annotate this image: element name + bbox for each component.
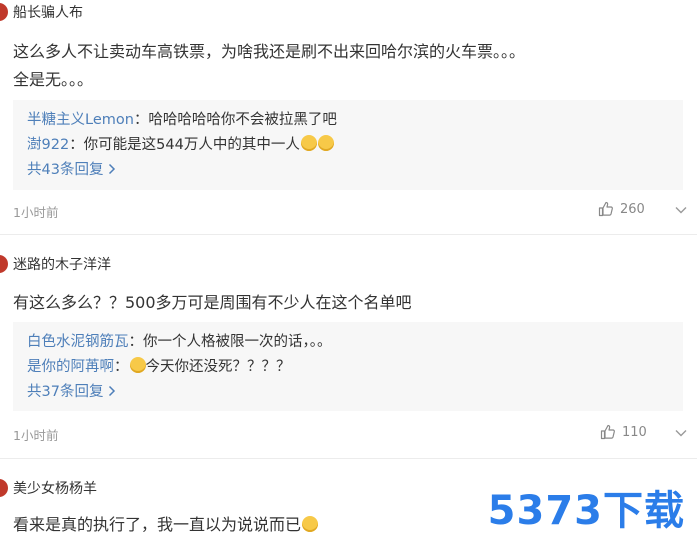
comment-username[interactable]: 迷路的木子洋洋 [13, 254, 111, 274]
more-replies-link[interactable]: 共37条回复 [27, 380, 116, 401]
more-replies-label: 共43条回复 [27, 162, 104, 178]
comment-item: 迷路的木子洋洋 有这么多么？？500多万可是周围有不少人在这个名单吧 白色水泥钢… [0, 235, 697, 457]
reply-username[interactable]: 白色水泥钢筋瓦 [27, 334, 129, 350]
reply-item: 白色水泥钢筋瓦：你一个人格被限一次的话，。。 [27, 330, 332, 351]
reply-username[interactable]: 是你的阿苒啊 [27, 359, 114, 375]
comment-username[interactable]: 美少女杨杨羊 [13, 478, 97, 498]
more-replies-label: 共37条回复 [27, 384, 104, 400]
emoji-icon [300, 135, 317, 151]
comment-content: 看来是真的执行了，我一直以为说说而已 [13, 511, 319, 535]
like-button[interactable]: 110 [600, 424, 647, 440]
comment-time: 1小时前 [13, 428, 59, 443]
like-count: 110 [622, 424, 647, 440]
reply-item: 是你的阿苒啊： 今天你还没死？？？？ [27, 355, 291, 376]
comment-more-button[interactable] [673, 425, 689, 441]
reply-box: 白色水泥钢筋瓦：你一个人格被限一次的话，。。 是你的阿苒啊： 今天你还没死？？？？… [13, 322, 683, 411]
chevron-right-icon [109, 385, 116, 397]
emoji-icon [302, 516, 319, 532]
comment-content-text: 看来是真的执行了，我一直以为说说而已 [13, 515, 302, 534]
emoji-icon [129, 357, 146, 373]
comment-more-button[interactable] [673, 202, 689, 218]
avatar[interactable] [0, 3, 8, 21]
comment-item: 船长骗人布 这么多人不让卖动车高铁票，为啥我还是刷不出来回哈尔滨的火车票。。。 … [0, 0, 697, 234]
thumbs-up-icon [598, 201, 613, 217]
reply-text: ： [114, 359, 129, 375]
reply-text: ：你可能是这544万人中的其中一人 [69, 137, 300, 153]
emoji-icon [317, 135, 334, 151]
reply-box: 半糖主义Lemon：哈哈哈哈哈你不会被拉黑了吧 澍922：你可能是这544万人中… [13, 100, 683, 190]
reply-item: 半糖主义Lemon：哈哈哈哈哈你不会被拉黑了吧 [27, 108, 337, 129]
comment-content: 有这么多么？？500多万可是周围有不少人在这个名单吧 [13, 293, 412, 312]
reply-item: 澍922：你可能是这544万人中的其中一人 [27, 133, 334, 154]
reply-text: ：哈哈哈哈哈你不会被拉黑了吧 [133, 112, 337, 128]
like-count: 260 [620, 201, 645, 217]
reply-text: ：你一个人格被限一次的话，。。 [128, 334, 332, 350]
avatar[interactable] [0, 479, 8, 497]
reply-username[interactable]: 澍922 [27, 137, 69, 153]
comment-content: 这么多人不让卖动车高铁票，为啥我还是刷不出来回哈尔滨的火车票。。。 [13, 42, 526, 61]
comment-username[interactable]: 船长骗人布 [13, 2, 83, 22]
avatar[interactable] [0, 255, 8, 273]
like-button[interactable]: 260 [598, 201, 645, 217]
comment-content-line2: 全是无。。。 [13, 70, 94, 89]
reply-text-after-emoji: 今天你还没死？？？？ [145, 359, 291, 375]
watermark-logo: 5373下载 [487, 488, 685, 534]
comment-time: 1小时前 [13, 205, 59, 220]
more-replies-link[interactable]: 共43条回复 [27, 158, 116, 179]
reply-username[interactable]: 半糖主义Lemon [27, 112, 134, 128]
thumbs-up-icon [600, 424, 615, 440]
chevron-down-icon [675, 430, 687, 437]
chevron-right-icon [109, 163, 116, 175]
chevron-down-icon [675, 207, 687, 214]
